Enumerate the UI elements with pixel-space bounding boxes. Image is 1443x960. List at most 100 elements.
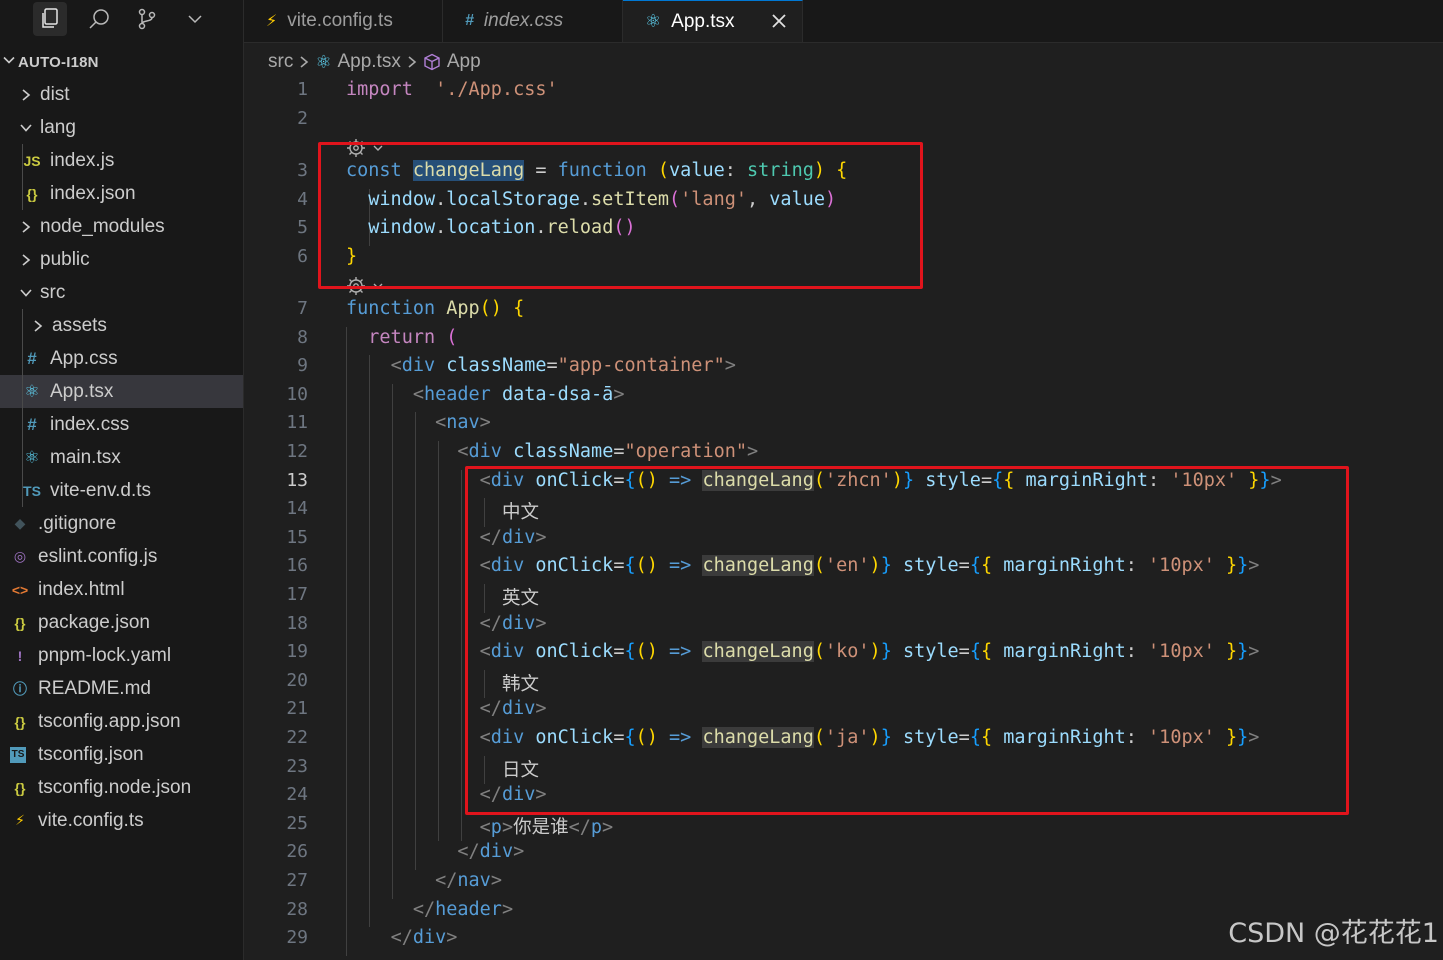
ts-icon: TS	[23, 482, 41, 499]
tab-label: index.css	[483, 10, 564, 31]
folder-item[interactable]: public	[0, 243, 243, 276]
code-line[interactable]: </nav>	[346, 870, 502, 891]
line-number: 15	[286, 526, 308, 548]
file-item[interactable]: {} tsconfig.node.json	[0, 771, 243, 804]
react-icon: ⚛	[24, 381, 40, 401]
file-item[interactable]: {} tsconfig.app.json	[0, 705, 243, 738]
code-line[interactable]: <nav>	[346, 412, 491, 433]
chevron-down-icon	[18, 120, 34, 136]
code-token: div	[479, 841, 514, 863]
file-item[interactable]: ⚛ main.tsx	[0, 441, 243, 474]
code-token: className	[513, 441, 614, 462]
html-icon: <>	[11, 581, 29, 598]
code-token: (	[446, 326, 458, 348]
line-number: 11	[286, 412, 308, 434]
close-icon[interactable]	[768, 10, 790, 32]
line-number: 22	[286, 727, 308, 748]
code-line[interactable]: </div>	[346, 927, 458, 949]
tab-app-tsx[interactable]: ⚛ App.tsx	[623, 0, 803, 42]
css-icon: #	[465, 12, 474, 29]
chevron-down-icon[interactable]	[178, 2, 212, 36]
code-line[interactable]: </div>	[346, 841, 524, 862]
file-item[interactable]: ◆ .gitignore	[0, 507, 243, 540]
code-line[interactable]: <div className="app-container">	[346, 355, 736, 376]
code-token: =	[546, 355, 558, 377]
line-number: 14	[286, 498, 308, 520]
tree-item-label: App.tsx	[50, 380, 114, 402]
tab-vite-config[interactable]: ⚡ vite.config.ts	[244, 0, 443, 42]
code-token: <	[435, 412, 447, 434]
tab-label: vite.config.ts	[287, 10, 393, 31]
tree-item-label: vite.config.ts	[38, 809, 144, 831]
code-token: data-dsa-ā	[501, 383, 614, 405]
breadcrumb-item-src[interactable]: src	[268, 51, 293, 73]
breadcrumb-item-file[interactable]: App.tsx	[337, 51, 400, 73]
activity-bar	[0, 0, 243, 38]
breadcrumb-item-symbol[interactable]: App	[447, 51, 481, 73]
line-number: 19	[286, 641, 308, 663]
file-item[interactable]: # index.css	[0, 408, 243, 441]
file-item[interactable]: ◎ eslint.config.js	[0, 540, 243, 573]
code-line[interactable]: <div className="operation">	[346, 441, 758, 462]
explorer-icon[interactable]	[33, 2, 67, 36]
file-item[interactable]: JS index.js	[0, 144, 243, 177]
file-item[interactable]: ⚡ vite.config.ts	[0, 804, 243, 837]
folder-item[interactable]: lang	[0, 111, 243, 144]
css-icon: #	[27, 348, 37, 368]
file-item[interactable]: TS vite-env.d.ts	[0, 474, 243, 507]
code-line[interactable]: import './App.css'	[346, 79, 558, 100]
file-item[interactable]: <> index.html	[0, 573, 243, 606]
line-number: 5	[297, 217, 308, 239]
code-token: 你是谁	[513, 816, 569, 838]
file-item[interactable]: ! pnpm-lock.yaml	[0, 639, 243, 672]
git-icon: ◆	[14, 515, 26, 531]
code-token: =	[613, 441, 625, 462]
watermark: CSDN @花花花1	[1228, 918, 1439, 949]
line-number: 8	[297, 326, 308, 348]
file-item[interactable]: ⓘ README.md	[0, 672, 243, 705]
breadcrumb: src ⚛ App.tsx App	[268, 49, 481, 75]
code-token: className	[446, 355, 547, 377]
tab-index-css[interactable]: # index.css	[443, 0, 623, 42]
vite-icon: ⚡	[266, 13, 278, 30]
explorer-root-folder[interactable]: AUTO-I18N	[0, 50, 243, 74]
tree-item-label: App.css	[50, 347, 118, 369]
code-line[interactable]: </header>	[346, 899, 513, 920]
chevron-right-icon	[299, 55, 309, 69]
code-line[interactable]: return (	[346, 327, 457, 348]
tab-label: App.tsx	[671, 10, 735, 32]
code-line[interactable]: function App() {	[346, 298, 524, 319]
folder-item[interactable]: dist	[0, 78, 243, 111]
symbol-component-icon	[423, 53, 441, 71]
react-icon: ⚛	[315, 51, 332, 72]
code-token: import	[346, 79, 413, 100]
code-editor[interactable]: 1 import './App.css' 2 3 const changeLang = …	[244, 75, 1443, 960]
tree-item-label: index.js	[50, 149, 115, 171]
code-token: <	[479, 816, 491, 838]
line-number: 9	[297, 355, 308, 377]
source-control-icon[interactable]	[130, 2, 164, 36]
folder-item[interactable]: node_modules	[0, 210, 243, 243]
code-token: </	[390, 927, 413, 949]
code-token: header	[435, 898, 502, 920]
search-icon[interactable]	[82, 2, 116, 36]
file-item[interactable]: TS tsconfig.json	[0, 738, 243, 771]
folder-item[interactable]: src	[0, 276, 243, 309]
eslint-icon: ◎	[13, 548, 27, 564]
code-token: p	[490, 816, 502, 838]
folder-item[interactable]: assets	[0, 309, 243, 342]
file-item[interactable]: # App.css	[0, 342, 243, 375]
file-item[interactable]: {} package.json	[0, 606, 243, 639]
code-line[interactable]: <p>你是谁</p>	[346, 813, 614, 839]
code-token: >	[724, 355, 736, 377]
code-line[interactable]: <header data-dsa-ā>	[346, 383, 625, 405]
file-item[interactable]: {} index.json	[0, 177, 243, 210]
file-item[interactable]: ⚛ App.tsx	[0, 375, 243, 408]
